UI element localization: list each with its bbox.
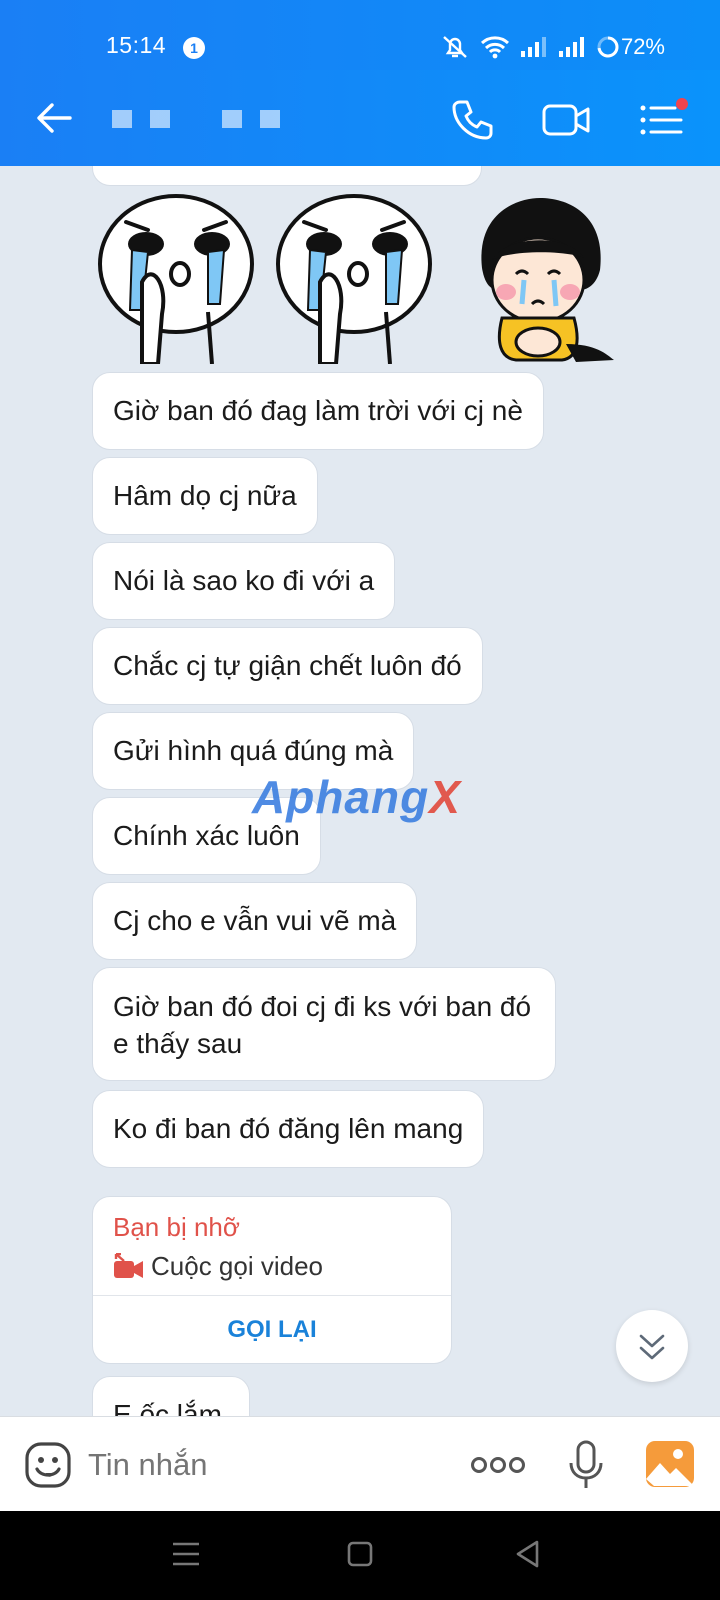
message-list[interactable]: Giờ ban đó đag làm trời với cj nè Hâm dọ… bbox=[0, 166, 720, 1416]
battery-percentage: 72% bbox=[620, 34, 665, 59]
message-bubble[interactable]: Giờ ban đó đag làm trời với cj nè bbox=[92, 372, 544, 450]
notification-count-badge: 1 bbox=[183, 37, 205, 59]
message-bubble[interactable]: Giờ ban đó đoi cj đi ks với ban đó e thấ… bbox=[92, 967, 556, 1081]
call-back-button[interactable]: GỌI LẠI bbox=[93, 1295, 451, 1365]
message-bubble[interactable]: Nói là sao ko đi với a bbox=[92, 542, 396, 620]
phone-call-icon[interactable] bbox=[446, 94, 498, 146]
status-icons bbox=[440, 34, 620, 60]
watermark-logo: AphangX bbox=[252, 771, 461, 823]
message-bubble[interactable]: Ko đi ban đó đăng lên mang bbox=[92, 1090, 485, 1168]
status-time: 15:14 bbox=[106, 32, 167, 58]
crying-sticker-2[interactable] bbox=[274, 192, 434, 364]
sticker-emoji-icon[interactable] bbox=[24, 1441, 72, 1489]
status-bar: 15:14 1 72% bbox=[0, 0, 720, 70]
missed-call-type-label: Cuộc gọi video bbox=[151, 1251, 323, 1281]
signal-icon-1 bbox=[521, 37, 546, 57]
recent-apps-icon[interactable] bbox=[170, 1539, 202, 1569]
crying-sticker-1[interactable] bbox=[96, 192, 256, 364]
message-bubble[interactable]: Chắc cj tự giận chết luôn đó bbox=[92, 627, 483, 705]
menu-list-icon[interactable] bbox=[636, 94, 688, 146]
gallery-image-icon[interactable] bbox=[644, 1439, 696, 1489]
wifi-icon bbox=[480, 36, 510, 59]
home-icon[interactable] bbox=[344, 1538, 376, 1570]
message-input-bar bbox=[0, 1416, 720, 1511]
back-triangle-icon[interactable] bbox=[512, 1538, 544, 1570]
missed-call-type: Cuộc gọi video bbox=[113, 1251, 323, 1282]
video-call-icon[interactable] bbox=[540, 94, 592, 146]
chat-header bbox=[0, 70, 720, 166]
microphone-icon[interactable] bbox=[566, 1439, 606, 1491]
more-options-icon[interactable] bbox=[470, 1447, 526, 1483]
message-bubble-partial[interactable]: E ốc lắm bbox=[92, 1376, 250, 1416]
sad-girl-sticker[interactable] bbox=[466, 194, 614, 364]
scroll-to-bottom-button[interactable] bbox=[616, 1310, 688, 1382]
message-bubble-partial-top bbox=[92, 166, 482, 186]
message-bubble[interactable]: Cj cho e vẫn vui vẽ mà bbox=[92, 882, 418, 960]
double-chevron-down-icon bbox=[639, 1334, 665, 1360]
missed-call-title: Bạn bị nhỡ bbox=[113, 1212, 240, 1242]
back-arrow-icon[interactable] bbox=[30, 94, 78, 142]
contact-name-redacted[interactable] bbox=[112, 110, 298, 128]
missed-call-card: Bạn bị nhỡ Cuộc gọi video GỌI LẠI bbox=[92, 1196, 452, 1364]
missed-video-call-icon bbox=[114, 1252, 143, 1278]
message-input[interactable] bbox=[88, 1437, 448, 1493]
mute-bell-icon bbox=[443, 36, 467, 58]
signal-icon-2 bbox=[559, 37, 584, 57]
system-navigation-bar bbox=[0, 1511, 720, 1600]
battery-ring-icon bbox=[597, 36, 619, 58]
message-bubble[interactable]: Hâm dọ cj nữa bbox=[92, 457, 318, 535]
